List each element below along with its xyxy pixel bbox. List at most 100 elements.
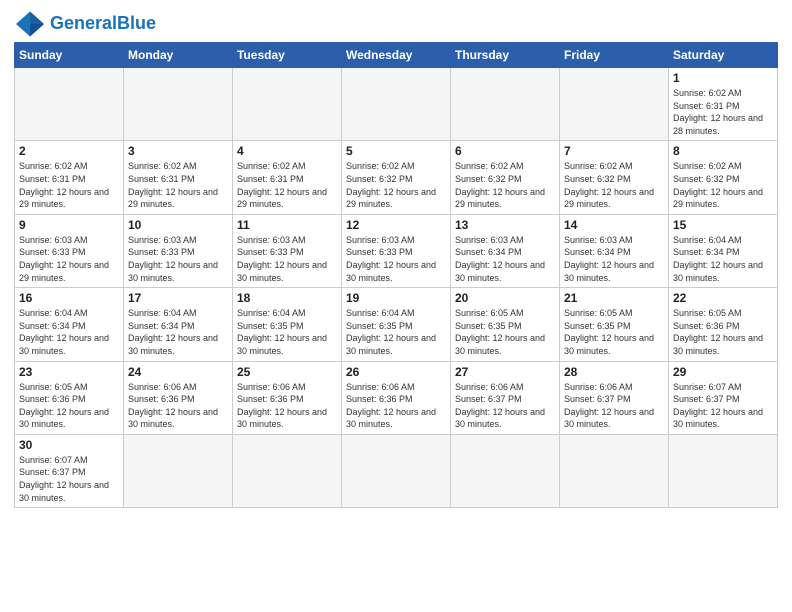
day-number: 16: [19, 291, 119, 305]
day-info: Sunrise: 6:02 AM Sunset: 6:32 PM Dayligh…: [455, 160, 555, 210]
calendar-day-cell: 9 Sunrise: 6:03 AM Sunset: 6:33 PM Daylig…: [15, 214, 124, 287]
day-number: 7: [564, 144, 664, 158]
day-info: Sunrise: 6:06 AM Sunset: 6:36 PM Dayligh…: [237, 381, 337, 431]
calendar-week-row: 1 Sunrise: 6:02 AM Sunset: 6:31 PM Daylig…: [15, 68, 778, 141]
day-info: Sunrise: 6:02 AM Sunset: 6:31 PM Dayligh…: [19, 160, 119, 210]
calendar-day-cell: 21Sunrise: 6:05 AM Sunset: 6:35 PM Dayli…: [560, 288, 669, 361]
calendar-day-cell: [560, 434, 669, 507]
day-number: 1: [673, 71, 773, 85]
day-info: Sunrise: 6:03 AM Sunset: 6:34 PM Dayligh…: [564, 234, 664, 284]
weekday-header-sunday: Sunday: [15, 43, 124, 68]
calendar-day-cell: 19Sunrise: 6:04 AM Sunset: 6:35 PM Dayli…: [342, 288, 451, 361]
day-info: Sunrise: 6:04 AM Sunset: 6:34 PM Dayligh…: [673, 234, 773, 284]
day-number: 27: [455, 365, 555, 379]
day-number: 14: [564, 218, 664, 232]
day-info: Sunrise: 6:05 AM Sunset: 6:36 PM Dayligh…: [673, 307, 773, 357]
calendar-day-cell: [342, 68, 451, 141]
weekday-header-tuesday: Tuesday: [233, 43, 342, 68]
day-info: Sunrise: 6:03 AM Sunset: 6:33 PM Dayligh…: [128, 234, 228, 284]
calendar-day-cell: 24Sunrise: 6:06 AM Sunset: 6:36 PM Dayli…: [124, 361, 233, 434]
day-info: Sunrise: 6:02 AM Sunset: 6:32 PM Dayligh…: [564, 160, 664, 210]
weekday-header-saturday: Saturday: [669, 43, 778, 68]
calendar-week-row: 2 Sunrise: 6:02 AM Sunset: 6:31 PM Daylig…: [15, 141, 778, 214]
calendar-day-cell: [342, 434, 451, 507]
calendar-day-cell: 1 Sunrise: 6:02 AM Sunset: 6:31 PM Daylig…: [669, 68, 778, 141]
day-info: Sunrise: 6:02 AM Sunset: 6:31 PM Dayligh…: [237, 160, 337, 210]
logo-icon: [14, 10, 46, 38]
day-info: Sunrise: 6:05 AM Sunset: 6:35 PM Dayligh…: [455, 307, 555, 357]
day-number: 5: [346, 144, 446, 158]
day-number: 9: [19, 218, 119, 232]
calendar-day-cell: 13Sunrise: 6:03 AM Sunset: 6:34 PM Dayli…: [451, 214, 560, 287]
day-number: 25: [237, 365, 337, 379]
calendar-day-cell: [124, 68, 233, 141]
calendar-day-cell: 27 Sunrise: 6:06 AM Sunset: 6:37 PM Dayli…: [451, 361, 560, 434]
day-number: 2: [19, 144, 119, 158]
calendar-day-cell: 2 Sunrise: 6:02 AM Sunset: 6:31 PM Daylig…: [15, 141, 124, 214]
calendar-day-cell: [233, 434, 342, 507]
day-number: 15: [673, 218, 773, 232]
day-info: Sunrise: 6:06 AM Sunset: 6:36 PM Dayligh…: [128, 381, 228, 431]
weekday-header-row: SundayMondayTuesdayWednesdayThursdayFrid…: [15, 43, 778, 68]
day-info: Sunrise: 6:07 AM Sunset: 6:37 PM Dayligh…: [673, 381, 773, 431]
day-info: Sunrise: 6:03 AM Sunset: 6:33 PM Dayligh…: [19, 234, 119, 284]
header-row: GeneralBlue: [14, 10, 778, 38]
day-info: Sunrise: 6:04 AM Sunset: 6:34 PM Dayligh…: [19, 307, 119, 357]
day-info: Sunrise: 6:02 AM Sunset: 6:32 PM Dayligh…: [673, 160, 773, 210]
day-number: 28: [564, 365, 664, 379]
calendar-week-row: 9 Sunrise: 6:03 AM Sunset: 6:33 PM Daylig…: [15, 214, 778, 287]
day-number: 17: [128, 291, 228, 305]
weekday-header-thursday: Thursday: [451, 43, 560, 68]
day-number: 3: [128, 144, 228, 158]
day-number: 8: [673, 144, 773, 158]
day-info: Sunrise: 6:06 AM Sunset: 6:36 PM Dayligh…: [346, 381, 446, 431]
day-info: Sunrise: 6:03 AM Sunset: 6:33 PM Dayligh…: [346, 234, 446, 284]
logo-text: GeneralBlue: [50, 14, 156, 34]
day-info: Sunrise: 6:07 AM Sunset: 6:37 PM Dayligh…: [19, 454, 119, 504]
day-number: 12: [346, 218, 446, 232]
weekday-header-friday: Friday: [560, 43, 669, 68]
day-info: Sunrise: 6:02 AM Sunset: 6:32 PM Dayligh…: [346, 160, 446, 210]
calendar-day-cell: 16 Sunrise: 6:04 AM Sunset: 6:34 PM Dayli…: [15, 288, 124, 361]
day-number: 4: [237, 144, 337, 158]
day-info: Sunrise: 6:03 AM Sunset: 6:34 PM Dayligh…: [455, 234, 555, 284]
calendar-day-cell: 10 Sunrise: 6:03 AM Sunset: 6:33 PM Dayli…: [124, 214, 233, 287]
calendar-day-cell: 29 Sunrise: 6:07 AM Sunset: 6:37 PM Dayli…: [669, 361, 778, 434]
calendar-day-cell: [451, 434, 560, 507]
calendar-day-cell: 11 Sunrise: 6:03 AM Sunset: 6:33 PM Dayli…: [233, 214, 342, 287]
weekday-header-monday: Monday: [124, 43, 233, 68]
calendar-week-row: 30 Sunrise: 6:07 AM Sunset: 6:37 PM Dayli…: [15, 434, 778, 507]
calendar-day-cell: 26Sunrise: 6:06 AM Sunset: 6:36 PM Dayli…: [342, 361, 451, 434]
calendar-day-cell: 30 Sunrise: 6:07 AM Sunset: 6:37 PM Dayli…: [15, 434, 124, 507]
day-number: 11: [237, 218, 337, 232]
day-number: 6: [455, 144, 555, 158]
day-info: Sunrise: 6:03 AM Sunset: 6:33 PM Dayligh…: [237, 234, 337, 284]
day-info: Sunrise: 6:02 AM Sunset: 6:31 PM Dayligh…: [673, 87, 773, 137]
day-number: 18: [237, 291, 337, 305]
day-info: Sunrise: 6:04 AM Sunset: 6:35 PM Dayligh…: [346, 307, 446, 357]
calendar-day-cell: [669, 434, 778, 507]
calendar-day-cell: 12 Sunrise: 6:03 AM Sunset: 6:33 PM Dayli…: [342, 214, 451, 287]
logo: GeneralBlue: [14, 10, 156, 38]
calendar-week-row: 16 Sunrise: 6:04 AM Sunset: 6:34 PM Dayli…: [15, 288, 778, 361]
day-info: Sunrise: 6:05 AM Sunset: 6:36 PM Dayligh…: [19, 381, 119, 431]
calendar-day-cell: 7 Sunrise: 6:02 AM Sunset: 6:32 PM Daylig…: [560, 141, 669, 214]
day-info: Sunrise: 6:06 AM Sunset: 6:37 PM Dayligh…: [455, 381, 555, 431]
calendar-day-cell: 14 Sunrise: 6:03 AM Sunset: 6:34 PM Dayli…: [560, 214, 669, 287]
calendar-day-cell: 15 Sunrise: 6:04 AM Sunset: 6:34 PM Dayli…: [669, 214, 778, 287]
day-number: 29: [673, 365, 773, 379]
day-number: 30: [19, 438, 119, 452]
day-number: 10: [128, 218, 228, 232]
day-number: 23: [19, 365, 119, 379]
calendar-day-cell: 28Sunrise: 6:06 AM Sunset: 6:37 PM Dayli…: [560, 361, 669, 434]
calendar-day-cell: 17Sunrise: 6:04 AM Sunset: 6:34 PM Dayli…: [124, 288, 233, 361]
calendar-day-cell: 4 Sunrise: 6:02 AM Sunset: 6:31 PM Daylig…: [233, 141, 342, 214]
calendar-day-cell: 22 Sunrise: 6:05 AM Sunset: 6:36 PM Dayli…: [669, 288, 778, 361]
calendar-week-row: 23 Sunrise: 6:05 AM Sunset: 6:36 PM Dayli…: [15, 361, 778, 434]
calendar-day-cell: 8 Sunrise: 6:02 AM Sunset: 6:32 PM Daylig…: [669, 141, 778, 214]
day-number: 22: [673, 291, 773, 305]
calendar-day-cell: 3Sunrise: 6:02 AM Sunset: 6:31 PM Daylig…: [124, 141, 233, 214]
calendar-day-cell: [451, 68, 560, 141]
calendar-table: SundayMondayTuesdayWednesdayThursdayFrid…: [14, 42, 778, 508]
calendar-day-cell: [560, 68, 669, 141]
